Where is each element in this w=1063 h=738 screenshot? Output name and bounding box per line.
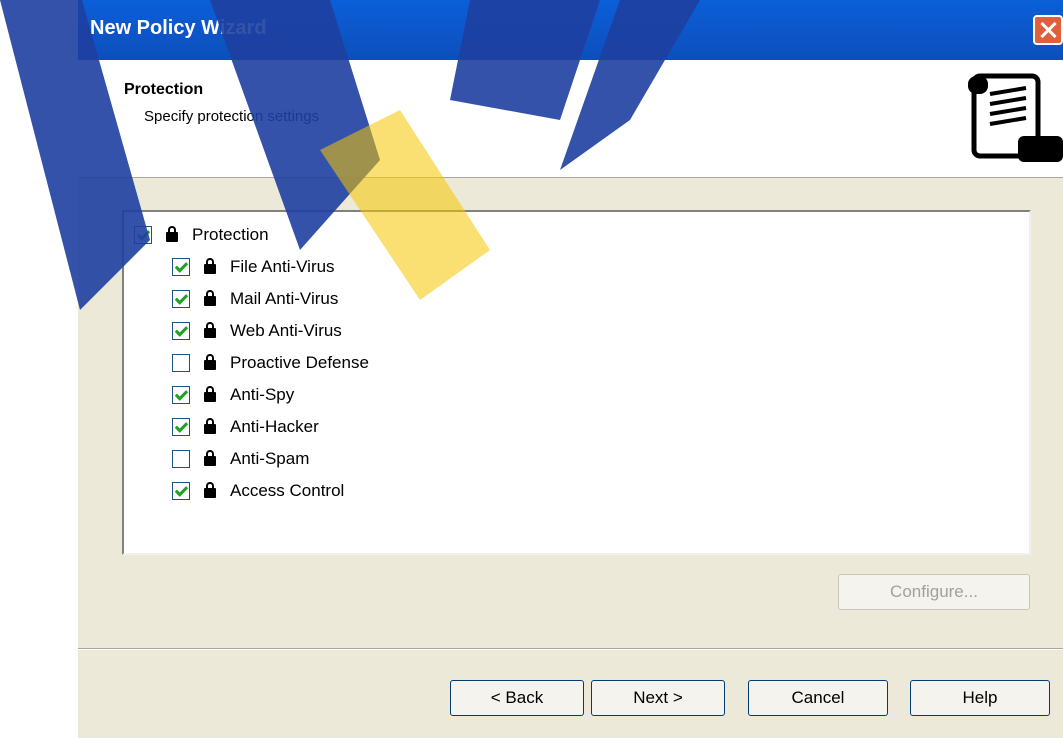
lock-icon	[166, 226, 178, 242]
checkbox[interactable]	[172, 354, 190, 372]
tree-item-web-anti-virus[interactable]: Web Anti-Virus	[172, 316, 342, 346]
next-button[interactable]: Next >	[591, 680, 725, 716]
tree-item-label: Anti-Spy	[230, 385, 295, 404]
tree-item-mail-anti-virus[interactable]: Mail Anti-Virus	[172, 284, 338, 314]
tree-item-label: Mail Anti-Virus	[230, 289, 339, 308]
lock-icon	[204, 290, 216, 306]
window-title: New Policy Wizard	[90, 17, 267, 39]
tree-item-label: Anti-Spam	[230, 449, 310, 468]
configure-button[interactable]: Configure...	[838, 574, 1030, 610]
lock-icon	[204, 322, 216, 338]
wizard-header: Protection Specify protection settings	[78, 60, 1063, 178]
tree-item-protection[interactable]: Protection	[134, 220, 269, 250]
wizard-dialog: New Policy Wizard Protection Specify pro…	[78, 0, 1063, 738]
tree-item-label: Proactive Defense	[230, 353, 369, 372]
cancel-button[interactable]: Cancel	[748, 680, 888, 716]
tree-item-label: Access Control	[230, 481, 345, 500]
checkbox[interactable]	[172, 482, 190, 500]
checkbox[interactable]	[172, 450, 190, 468]
back-button[interactable]: < Back	[450, 680, 584, 716]
tree-item-label: Web Anti-Virus	[230, 321, 342, 340]
tree-item-proactive-defense[interactable]: Proactive Defense	[172, 348, 369, 378]
checkbox[interactable]	[172, 418, 190, 436]
help-button[interactable]: Help	[910, 680, 1050, 716]
lock-icon	[204, 386, 216, 402]
tree-item-label: Protection	[192, 225, 269, 244]
checkbox[interactable]	[134, 226, 152, 244]
tree-item-anti-spy[interactable]: Anti-Spy	[172, 380, 294, 410]
close-icon[interactable]	[1033, 15, 1063, 45]
scroll-document-icon	[968, 73, 1063, 162]
tree-item-label: Anti-Hacker	[230, 417, 319, 436]
tree-item-anti-hacker[interactable]: Anti-Hacker	[172, 412, 319, 442]
lock-icon	[204, 450, 216, 466]
page-title: Protection	[124, 81, 204, 98]
checkbox[interactable]	[172, 290, 190, 308]
lock-icon	[204, 418, 216, 434]
checkbox[interactable]	[172, 386, 190, 404]
tree-item-anti-spam[interactable]: Anti-Spam	[172, 444, 309, 474]
lock-icon	[204, 258, 216, 274]
tree-item-access-control[interactable]: Access Control	[172, 476, 344, 506]
tree-item-label: File Anti-Virus	[230, 257, 335, 276]
footer-divider	[78, 648, 1063, 650]
checkbox[interactable]	[172, 258, 190, 276]
settings-tree[interactable]: Protection File Anti-Virus Mail Anti-Vir…	[122, 210, 1031, 555]
checkbox[interactable]	[172, 322, 190, 340]
page-subtitle: Specify protection settings	[144, 108, 320, 125]
lock-icon	[204, 482, 216, 498]
title-bar: New Policy Wizard	[78, 0, 1063, 60]
lock-icon	[204, 354, 216, 370]
tree-item-file-anti-virus[interactable]: File Anti-Virus	[172, 252, 335, 282]
